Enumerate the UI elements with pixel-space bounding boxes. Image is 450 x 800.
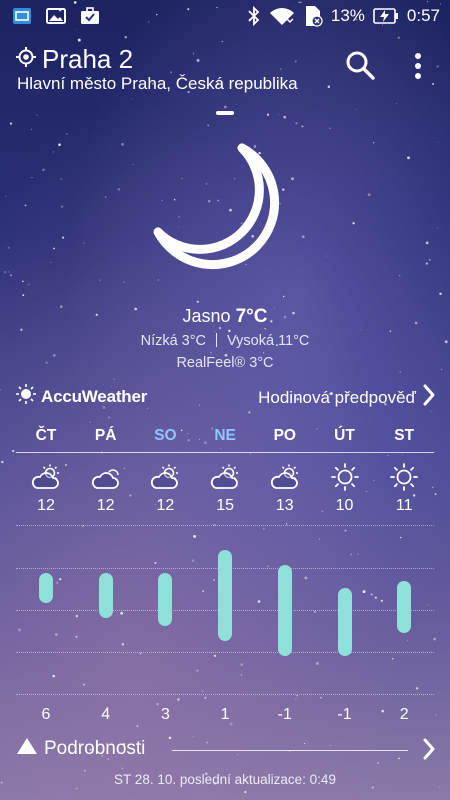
forecast-day-name: PÁ (94, 427, 117, 444)
sun-logo-icon (16, 384, 36, 409)
battery-charging-icon (373, 7, 399, 25)
temperature-range-bar (218, 550, 233, 641)
hourly-forecast-link[interactable]: Hodinová předpověď (258, 383, 436, 412)
wifi-icon (269, 6, 295, 26)
temperature-range-bar (397, 580, 412, 634)
sunny-icon (330, 462, 360, 497)
chevron-right-icon (422, 738, 436, 765)
forecast-high-temp: 11 (395, 497, 413, 514)
status-bar: 13% 0:57 (0, 0, 450, 32)
temperature-range-bar (158, 572, 173, 626)
forecast-high-temp: 12 (156, 497, 175, 514)
accuweather-logo[interactable]: AccuWeather (16, 384, 147, 409)
forecast-day-name: ÚT (334, 427, 355, 444)
high-temperature: Vysoká 11°C (227, 333, 310, 349)
bluetooth-icon (247, 6, 261, 26)
forecast-day-name: PO (273, 427, 296, 444)
low-temperature: Nízká 3°C (140, 333, 207, 349)
forecast-low-temp: -1 (337, 706, 352, 723)
provider-name: AccuWeather (41, 386, 148, 406)
clock: 0:57 (406, 6, 440, 25)
search-icon (345, 51, 375, 84)
forecast-high-temp: 10 (335, 497, 354, 514)
forecast-low-temp: 1 (220, 706, 230, 723)
search-button[interactable] (345, 50, 375, 85)
forecast-day-name: ČT (35, 427, 57, 444)
chevron-right-icon (422, 383, 436, 412)
details-divider (172, 750, 408, 751)
location-header[interactable]: Praha 2 (16, 44, 133, 75)
details-toggle[interactable]: Podrobnosti (16, 737, 145, 761)
partly-cloudy-icon (31, 462, 61, 497)
city-name: Praha 2 (42, 44, 134, 74)
current-temperature: 7°C (235, 306, 268, 327)
forecast-low-temp: 2 (399, 706, 409, 723)
last-updated-text: ST 28. 10. poslední aktualizace: 0:49 (114, 772, 336, 787)
partly-cloudy-icon (150, 462, 180, 497)
image-icon (46, 6, 66, 26)
forecast-day-name: SO (154, 427, 177, 444)
forecast-low-temp: -1 (277, 706, 292, 723)
condition-text: Jasno (182, 306, 231, 326)
hourly-forecast-label: Hodinová předpověď (258, 387, 416, 407)
forecast-high-temp: 13 (275, 497, 294, 514)
realfeel-temperature: RealFeel® 3°C (176, 355, 274, 371)
forecast-high-temp: 12 (96, 497, 115, 514)
moon-icon (150, 140, 300, 295)
temperature-range-bar (337, 588, 352, 656)
screen-cast-icon (12, 6, 32, 26)
details-label: Podrobnosti (44, 738, 146, 759)
details-next-button[interactable] (422, 737, 436, 766)
forecast-day-name: ST (394, 427, 415, 444)
forecast-high-temp: 15 (216, 497, 234, 514)
forecast-day-name: NE (214, 427, 236, 444)
more-options-button[interactable] (412, 52, 424, 85)
page-indicator (216, 111, 234, 115)
cloudy-icon (91, 462, 121, 497)
sim-no-signal-icon (303, 5, 323, 27)
briefcase-icon (80, 6, 100, 26)
divider (216, 333, 218, 347)
forecast-day-headers: ČT PÁ SO NE PO ÚT ST (16, 427, 434, 449)
sunny-icon (389, 462, 419, 497)
chart-gridline (16, 694, 434, 695)
chart-gridline (16, 525, 434, 526)
battery-percent: 13% (330, 6, 365, 25)
forecast-low-temp: 6 (41, 706, 51, 723)
expand-triangle-icon (16, 737, 38, 761)
forecast-high-temp: 12 (37, 497, 55, 514)
temperature-range-bar (277, 565, 292, 656)
partly-cloudy-icon (210, 462, 240, 497)
forecast-low-temp: 4 (101, 706, 111, 723)
temperature-range-bar (98, 572, 113, 618)
partly-cloudy-icon (270, 462, 300, 497)
day-header-divider (16, 452, 434, 453)
current-condition: Jasno 7°C (0, 306, 450, 328)
temperature-range-bar (39, 572, 53, 603)
chart-gridline (16, 652, 434, 653)
gps-location-icon (16, 47, 36, 72)
low-high-temperatures: Nízká 3°C Vysoká 11°C (0, 333, 450, 349)
forecast-low-temp: 3 (160, 706, 170, 723)
region-name: Hlavní město Praha, Česká republika (17, 74, 298, 93)
more-vert-icon (412, 53, 424, 84)
